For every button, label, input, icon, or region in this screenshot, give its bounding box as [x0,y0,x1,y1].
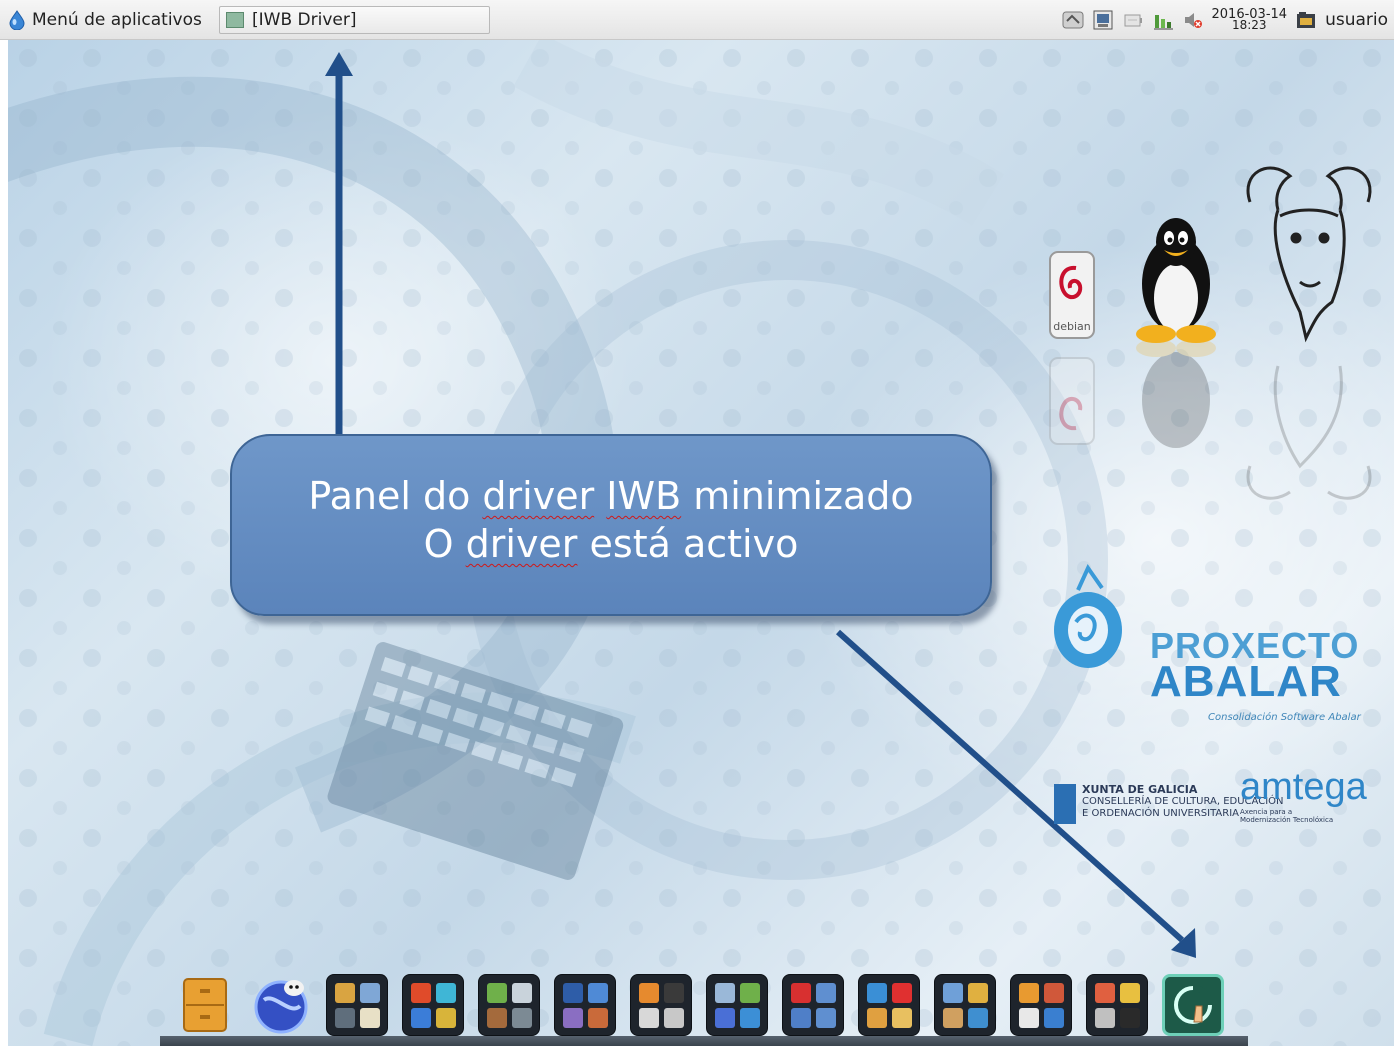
dock-shelf [160,1036,1248,1046]
system-app-2-icon [739,982,760,1003]
office-app-3-icon [562,1007,583,1028]
accessories-app-3-icon [334,1007,355,1028]
office-app-4-icon [587,1007,608,1028]
home-folder-icon[interactable] [1295,9,1317,31]
games-app-3-icon [1018,1007,1039,1028]
multimedia-app-3-icon [638,1007,659,1028]
proxecto-line2: ABALAR [1150,657,1342,706]
games-app-4-icon [1043,1007,1064,1028]
system-group-icon[interactable] [706,974,768,1036]
documents-app-3-icon [790,1007,811,1028]
internet-app-2-icon [891,982,912,1003]
office-group-icon[interactable] [554,974,616,1036]
network-icon[interactable] [1062,9,1084,31]
science-app-3-icon [486,1007,507,1028]
multimedia-group-icon[interactable] [630,974,692,1036]
tools-group-icon[interactable] [1086,974,1148,1036]
menu-drop-icon [8,10,26,31]
science-app-1-icon [486,982,507,1003]
games-app-2-icon [1043,982,1064,1003]
top-panel: Menú de aplicativos [IWB Driver] 2016-03… [0,0,1394,40]
system-tray: 2016-03-14 18:23 usuario [1062,0,1394,40]
science-app-2-icon [511,982,532,1003]
callout-line2: O driver está activo [423,522,799,566]
amtega-brand: amtega [1240,766,1367,808]
science-app-4-icon [511,1007,532,1028]
documents-app-1-icon [790,982,811,1003]
graphics-app-3-icon [410,1007,431,1028]
tools-app-1-icon [1094,982,1115,1003]
window-icon [226,12,244,28]
amtega-sub-line2: Modernización Tecnolóxica [1240,816,1334,824]
svg-text:debian: debian [1053,320,1091,333]
graphics-app-1-icon [410,982,431,1003]
system-app-4-icon [739,1007,760,1028]
office-app-1-icon [562,982,583,1003]
clock-time: 18:23 [1231,18,1267,32]
system-app-3-icon [714,1007,735,1028]
browser-icon[interactable] [250,974,312,1036]
annotation-callout: Panel do driver IWB minimizado O driver … [230,434,992,616]
accessories-app-1-icon [334,982,355,1003]
science-group-icon[interactable] [478,974,540,1036]
volume-muted-icon[interactable] [1182,9,1204,31]
callout-line1: Panel do driver IWB minimizado [308,474,914,518]
amtega-subtitle: Axencia para a Modernización Tecnolóxica [1240,808,1333,824]
dock [174,968,1224,1036]
clock[interactable]: 2016-03-14 18:23 [1212,8,1288,32]
education-app-3-icon [942,1007,963,1028]
documents-app-2-icon [815,982,836,1003]
education-group-icon[interactable] [934,974,996,1036]
display-icon[interactable] [1092,9,1114,31]
graph-icon[interactable] [1152,9,1174,31]
documents-app-4-icon [815,1007,836,1028]
internet-group-icon[interactable] [858,974,920,1036]
documents-group-icon[interactable] [782,974,844,1036]
games-app-1-icon [1018,982,1039,1003]
internet-app-4-icon [891,1007,912,1028]
multimedia-app-1-icon [638,982,659,1003]
education-app-4-icon [967,1007,988,1028]
xunta-flag-icon [1054,784,1076,824]
taskbar-button-iwb-driver[interactable]: [IWB Driver] [219,6,490,34]
applications-menu-button[interactable]: Menú de aplicativos [8,6,202,34]
office-app-2-icon [587,982,608,1003]
proxecto-abalar-brand: PROXECTO ABALAR [1150,628,1359,706]
education-app-1-icon [942,982,963,1003]
multimedia-app-2-icon [663,982,684,1003]
tools-app-4-icon [1119,1007,1140,1028]
battery-icon[interactable] [1122,9,1144,31]
graphics-app-4-icon [435,1007,456,1028]
tools-app-2-icon [1119,982,1140,1003]
applications-menu-label: Menú de aplicativos [32,10,202,30]
internet-app-3-icon [866,1007,887,1028]
multimedia-app-4-icon [663,1007,684,1028]
tools-app-3-icon [1094,1007,1115,1028]
accessories-group-icon[interactable] [326,974,388,1036]
iwb-driver-icon[interactable] [1162,974,1224,1036]
file-cabinet-icon[interactable] [174,974,236,1036]
graphics-app-2-icon [435,982,456,1003]
system-app-1-icon [714,982,735,1003]
user-label[interactable]: usuario [1325,10,1388,30]
accessories-app-2-icon [359,982,380,1003]
games-group-icon[interactable] [1010,974,1072,1036]
proxecto-subtitle: Consolidación Software Abalar [1208,712,1361,723]
education-app-2-icon [967,982,988,1003]
taskbar-button-label: [IWB Driver] [252,10,357,30]
graphics-group-icon[interactable] [402,974,464,1036]
internet-app-1-icon [866,982,887,1003]
amtega-sub-line1: Axencia para a [1240,808,1293,816]
accessories-app-4-icon [359,1007,380,1028]
